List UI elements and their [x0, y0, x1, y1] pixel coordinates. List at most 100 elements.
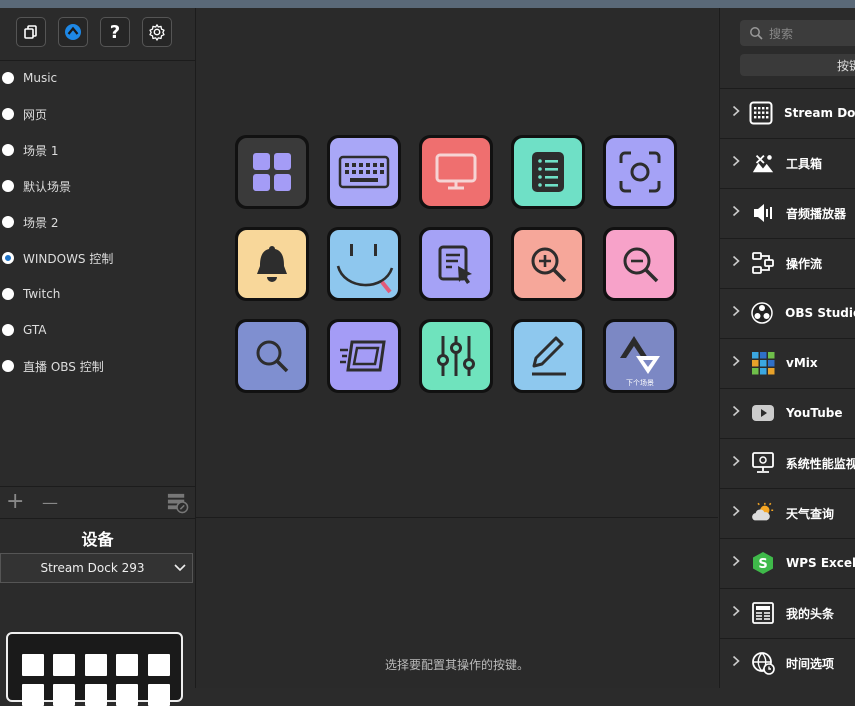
- category-item[interactable]: 工具箱: [720, 138, 855, 187]
- chevron-right-icon[interactable]: [732, 155, 744, 171]
- add-profile-button[interactable]: +: [6, 489, 24, 514]
- profile-item-selected[interactable]: WINDOWS 控制: [0, 240, 195, 276]
- profile-label: WINDOWS 控制: [23, 251, 114, 266]
- help-icon: ?: [109, 21, 121, 43]
- chevron-right-icon[interactable]: [732, 405, 744, 421]
- profile-radio[interactable]: [2, 144, 14, 156]
- bell-icon: [252, 242, 292, 286]
- keyboard-icon: [338, 155, 390, 189]
- category-item[interactable]: 音频播放器: [720, 188, 855, 237]
- category-item[interactable]: OBS Studio: [720, 288, 855, 337]
- profile-radio[interactable]: [2, 360, 14, 372]
- key-slot[interactable]: [511, 319, 585, 393]
- category-label: 时间选项: [786, 656, 835, 671]
- chevron-right-icon[interactable]: [732, 505, 744, 521]
- profile-radio[interactable]: [2, 252, 14, 264]
- key-face: [330, 138, 398, 206]
- device-preview-key[interactable]: [116, 684, 138, 706]
- device-preview-key[interactable]: [116, 654, 138, 676]
- chevron-right-icon[interactable]: [732, 205, 744, 221]
- category-item[interactable]: 时间选项: [720, 638, 855, 687]
- copy-button[interactable]: [16, 17, 46, 47]
- key-slot[interactable]: [419, 319, 493, 393]
- profile-item[interactable]: 直播 OBS 控制: [0, 348, 195, 384]
- device-preview-key[interactable]: [53, 654, 75, 676]
- profile-actions-bar: + —: [0, 486, 195, 519]
- key-slot[interactable]: [327, 135, 401, 209]
- profile-radio[interactable]: [2, 180, 14, 192]
- device-preview-key[interactable]: [22, 684, 44, 706]
- zoom-out-icon: [618, 242, 662, 286]
- profile-label: 网页: [23, 107, 48, 122]
- profile-label: Music: [23, 71, 58, 85]
- left-toolbar: ?: [0, 8, 195, 61]
- profile-radio[interactable]: [2, 288, 14, 300]
- key-slot[interactable]: 下个场景: [603, 319, 677, 393]
- weather-icon: [751, 501, 775, 525]
- device-select-value: Stream Dock 293: [40, 561, 145, 575]
- chevron-right-icon[interactable]: [732, 305, 743, 321]
- key-slot[interactable]: [603, 227, 677, 301]
- device-preview-key[interactable]: [22, 654, 44, 676]
- device-preview-key[interactable]: [85, 684, 107, 706]
- vmix-icon: [751, 351, 775, 375]
- category-item[interactable]: 系统性能监视: [720, 438, 855, 487]
- chevron-right-icon[interactable]: [732, 605, 744, 621]
- profile-item[interactable]: Music: [0, 60, 195, 96]
- key-slot[interactable]: [327, 319, 401, 393]
- device-select[interactable]: Stream Dock 293: [0, 553, 193, 583]
- profile-manage-icon[interactable]: [166, 491, 189, 514]
- key-slot[interactable]: [603, 135, 677, 209]
- key-slot[interactable]: [511, 227, 585, 301]
- device-preview[interactable]: [6, 632, 183, 706]
- profile-radio[interactable]: [2, 72, 14, 84]
- key-slot[interactable]: [327, 227, 401, 301]
- settings-button[interactable]: [142, 17, 172, 47]
- key-slot[interactable]: [511, 135, 585, 209]
- category-item[interactable]: 我的头条: [720, 588, 855, 637]
- chevron-right-icon[interactable]: [732, 255, 744, 271]
- chevron-right-icon[interactable]: [732, 455, 744, 471]
- chevron-right-icon[interactable]: [732, 355, 744, 371]
- profile-label: Twitch: [23, 287, 61, 301]
- profile-radio[interactable]: [2, 108, 14, 120]
- category-item[interactable]: S WPS Excel: [720, 538, 855, 587]
- key-slot[interactable]: [235, 135, 309, 209]
- profile-item[interactable]: GTA: [0, 312, 195, 348]
- profile-label: 场景 2: [23, 215, 59, 230]
- profile-radio[interactable]: [2, 324, 14, 336]
- chevron-right-icon[interactable]: [732, 555, 744, 571]
- profile-item[interactable]: Twitch: [0, 276, 195, 312]
- key-slot[interactable]: [235, 319, 309, 393]
- profile-item[interactable]: 默认场景: [0, 168, 195, 204]
- category-item[interactable]: Stream Dock: [720, 88, 855, 137]
- device-preview-key[interactable]: [53, 684, 75, 706]
- category-item[interactable]: YouTube: [720, 388, 855, 437]
- chevron-right-icon[interactable]: [732, 105, 742, 121]
- remove-profile-button[interactable]: —: [42, 493, 58, 512]
- key-filter-button[interactable]: 按键: [740, 54, 855, 76]
- sliders-icon: [434, 332, 478, 380]
- category-label: YouTube: [786, 406, 843, 420]
- search-input[interactable]: 搜索: [740, 20, 855, 46]
- key-slot[interactable]: [419, 227, 493, 301]
- device-preview-key[interactable]: [148, 654, 170, 676]
- device-preview-key[interactable]: [148, 684, 170, 706]
- key-face: [514, 322, 582, 390]
- chevron-right-icon[interactable]: [732, 655, 744, 671]
- help-button[interactable]: ?: [100, 17, 130, 47]
- store-button[interactable]: [58, 17, 88, 47]
- category-item[interactable]: 操作流: [720, 238, 855, 287]
- pencil-icon: [524, 334, 572, 378]
- profile-item[interactable]: 场景 2: [0, 204, 195, 240]
- category-item[interactable]: 天气查询: [720, 488, 855, 537]
- profile-radio[interactable]: [2, 216, 14, 228]
- edit-pointer-icon: [434, 242, 478, 286]
- category-item[interactable]: vMix: [720, 338, 855, 387]
- key-face: [238, 322, 306, 390]
- key-slot[interactable]: [419, 135, 493, 209]
- profile-item[interactable]: 网页: [0, 96, 195, 132]
- device-preview-key[interactable]: [85, 654, 107, 676]
- key-slot[interactable]: [235, 227, 309, 301]
- profile-item[interactable]: 场景 1: [0, 132, 195, 168]
